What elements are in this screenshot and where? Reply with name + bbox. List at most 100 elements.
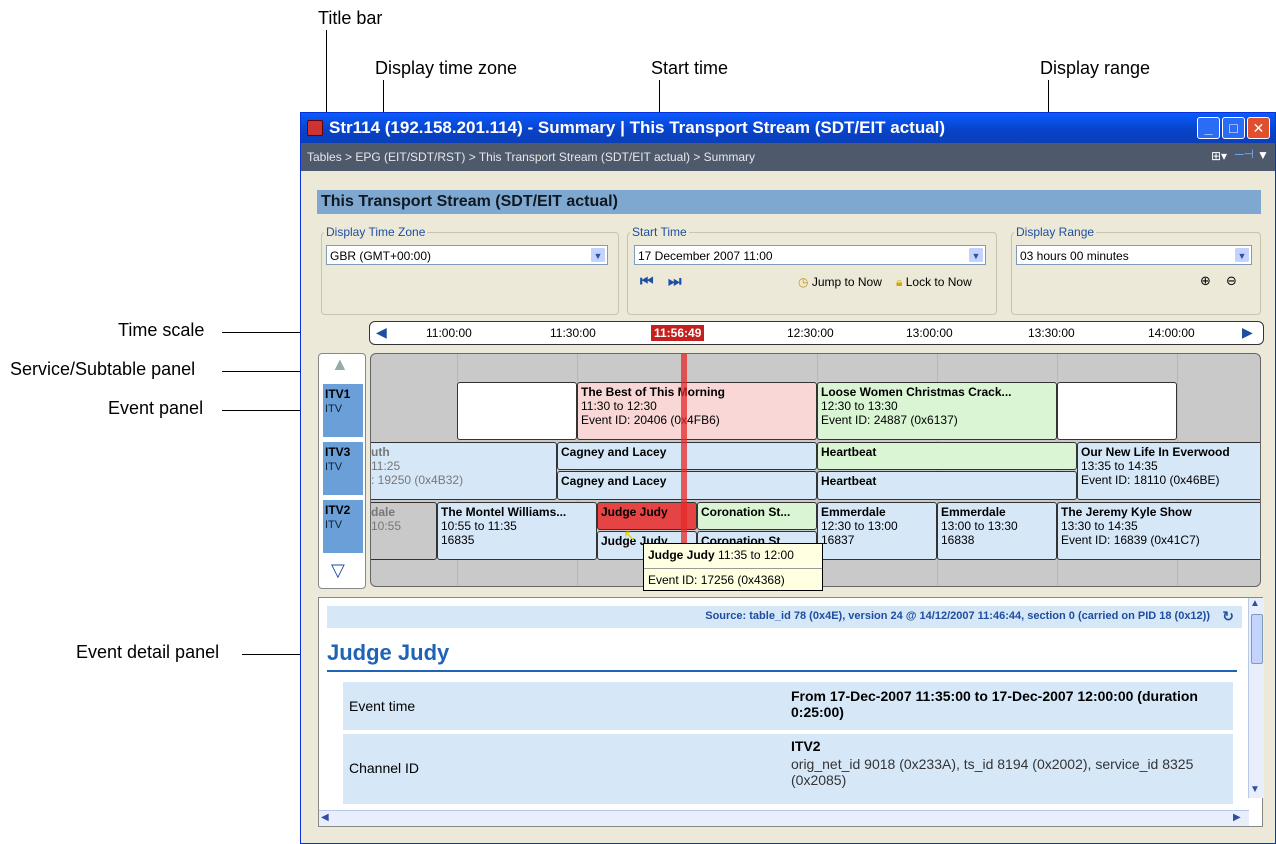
service-item[interactable]: ITV2 ITV xyxy=(323,500,363,553)
callout-line xyxy=(242,654,308,655)
scroll-down-icon[interactable]: ▼ xyxy=(1250,784,1260,795)
close-button[interactable]: ✕ xyxy=(1247,117,1270,139)
event-block[interactable]: dale 10:55 xyxy=(371,502,437,560)
scroll-right-icon[interactable]: ▶ xyxy=(1242,324,1253,341)
breadcrumb: Tables > EPG (EIT/SDT/RST) > This Transp… xyxy=(301,143,1275,171)
event-block[interactable]: Loose Women Christmas Crack... 12:30 to … xyxy=(817,382,1057,440)
event-time: 10:55 xyxy=(371,519,402,533)
event-time: 11:30 to 12:30 xyxy=(581,399,657,413)
chevron-down-icon[interactable]: ▼ xyxy=(968,247,984,263)
time-scale[interactable]: ◀ 11:00:00 11:30:00 11:56:49 12:30:00 13… xyxy=(369,321,1264,345)
service-id: ITV2 xyxy=(325,503,351,517)
grid-menu-icon[interactable]: ⊞▾ xyxy=(1211,149,1227,163)
scroll-thumb[interactable] xyxy=(1251,614,1263,664)
start-time-legend: Start Time xyxy=(632,225,687,239)
event-name: Heartbeat xyxy=(821,474,877,488)
event-block[interactable]: Cagney and Lacey xyxy=(557,442,817,470)
callout-start-time: Start time xyxy=(651,58,729,78)
display-range-legend: Display Range xyxy=(1016,225,1095,239)
event-name: uth xyxy=(371,445,390,459)
next-icon[interactable]: ⏭ xyxy=(668,273,682,290)
event-block[interactable]: Our New Life In Everwood 13:35 to 14:35 … xyxy=(1077,442,1260,500)
title-divider xyxy=(327,670,1237,672)
lock-to-now-button[interactable]: 🔒︎ Lock to Now xyxy=(896,275,972,290)
scroll-down-icon[interactable]: ▽ xyxy=(331,560,345,581)
lock-to-now-label: Lock to Now xyxy=(905,275,972,289)
event-block[interactable]: Coronation St... xyxy=(697,502,817,530)
event-block[interactable] xyxy=(457,382,577,440)
scroll-left-icon[interactable]: ◀ xyxy=(376,324,387,341)
window-title: Str114 (192.158.201.114) - Summary | Thi… xyxy=(329,118,946,137)
detail-row: Event time From 17-Dec-2007 11:35:00 to … xyxy=(343,682,1233,730)
display-time-zone-legend: Display Time Zone xyxy=(326,225,426,239)
event-time: 10:55 to 11:35 xyxy=(441,519,517,533)
detail-value: orig_net_id 9018 (0x233A), ts_id 8194 (0… xyxy=(791,756,1194,788)
display-range-select[interactable]: 03 hours 00 minutes ▼ xyxy=(1016,245,1252,265)
clock-icon: ◷ xyxy=(798,275,809,289)
event-block[interactable]: Emmerdale 12:30 to 13:00 16837 xyxy=(817,502,937,560)
lock-icon: 🔒︎ xyxy=(896,275,903,289)
chevron-down-icon[interactable]: ▼ xyxy=(590,247,606,263)
event-block[interactable]: The Best of This Morning 11:30 to 12:30 … xyxy=(577,382,817,440)
event-block[interactable] xyxy=(1057,382,1177,440)
chevron-down-icon[interactable]: ▼ xyxy=(1234,247,1250,263)
event-block[interactable]: The Montel Williams... 10:55 to 11:35 16… xyxy=(437,502,597,560)
detail-value: From 17-Dec-2007 11:35:00 to 17-Dec-2007… xyxy=(791,688,1198,720)
page-title-band: This Transport Stream (SDT/EIT actual) xyxy=(317,190,1261,214)
maximize-button[interactable]: □ xyxy=(1222,117,1245,139)
scroll-up-icon[interactable]: ▲ xyxy=(331,354,349,375)
display-range-value: 03 hours 00 minutes xyxy=(1020,249,1129,263)
event-name: Emmerdale xyxy=(821,505,886,519)
event-id: Event ID: 18110 (0x46BE) xyxy=(1081,473,1220,487)
zoom-out-icon[interactable]: ⊖ xyxy=(1226,273,1237,289)
jump-to-now-label: Jump to Now xyxy=(811,275,882,289)
event-name: Judge Judy xyxy=(601,505,668,519)
time-tick: 13:30:00 xyxy=(1028,326,1075,340)
service-item[interactable]: ITV1 ITV xyxy=(323,384,363,437)
event-tooltip: Judge Judy 11:35 to 12:00 Event ID: 1725… xyxy=(643,543,823,591)
pin-icon[interactable]: ─⊣ xyxy=(1235,147,1254,161)
source-text: Source: table_id 78 (0x4E), version 24 @… xyxy=(705,610,1210,622)
event-name: Cagney and Lacey xyxy=(561,474,667,488)
event-name: Coronation St... xyxy=(701,505,791,519)
time-tick: 11:00:00 xyxy=(426,326,472,340)
title-bar[interactable]: Str114 (192.158.201.114) - Summary | Thi… xyxy=(301,113,1275,143)
service-id: ITV1 xyxy=(325,387,351,401)
event-time: 13:30 to 14:35 xyxy=(1061,519,1138,533)
scroll-left-icon[interactable]: ◀ xyxy=(321,812,329,823)
scroll-up-icon[interactable]: ▲ xyxy=(1250,598,1260,609)
event-time: 12:30 to 13:00 xyxy=(821,519,898,533)
dropdown-icon[interactable]: ▼ xyxy=(1257,148,1269,162)
tooltip-time: 11:35 to 12:00 xyxy=(718,548,794,562)
app-icon xyxy=(307,120,323,136)
event-block[interactable]: Cagney and Lacey xyxy=(557,471,817,500)
event-block[interactable]: Heartbeat xyxy=(817,471,1077,500)
event-name: dale xyxy=(371,505,396,519)
start-time-value: 17 December 2007 11:00 xyxy=(638,249,773,263)
event-block[interactable]: uth 11:25 : 19250 (0x4B32) xyxy=(371,442,557,500)
event-name: The Best of This Morning xyxy=(581,385,725,399)
event-id: Event ID: 16839 (0x41C7) xyxy=(1061,533,1200,547)
event-id: 16835 xyxy=(441,533,475,547)
vertical-scrollbar[interactable]: ▲ ▼ xyxy=(1248,598,1264,798)
source-bar: Source: table_id 78 (0x4E), version 24 @… xyxy=(327,606,1242,628)
jump-to-now-button[interactable]: ◷ Jump to Now xyxy=(798,275,882,289)
service-subtable-panel: ▲ ITV1 ITV ITV3 ITV ITV2 ITV ▽ xyxy=(318,353,366,589)
refresh-icon[interactable]: ↻ xyxy=(1222,608,1234,625)
horizontal-scrollbar[interactable]: ◀ ▶ xyxy=(319,810,1249,826)
time-zone-value: GBR (GMT+00:00) xyxy=(330,249,432,263)
zoom-in-icon[interactable]: ⊕ xyxy=(1200,273,1211,289)
minimize-button[interactable]: _ xyxy=(1197,117,1220,139)
time-zone-select[interactable]: GBR (GMT+00:00) ▼ xyxy=(326,245,608,265)
event-name: The Jeremy Kyle Show xyxy=(1061,505,1192,519)
start-time-select[interactable]: 17 December 2007 11:00 ▼ xyxy=(634,245,986,265)
service-sub: ITV xyxy=(325,461,343,473)
event-block[interactable]: Emmerdale 13:00 to 13:30 16838 xyxy=(937,502,1057,560)
event-block[interactable]: Heartbeat xyxy=(817,442,1077,470)
tooltip-divider xyxy=(644,568,822,569)
previous-icon[interactable]: ⏮ xyxy=(640,273,654,290)
service-item[interactable]: ITV3 ITV xyxy=(323,442,363,495)
event-block[interactable]: The Jeremy Kyle Show 13:30 to 14:35 Even… xyxy=(1057,502,1260,560)
service-sub: ITV xyxy=(325,403,343,415)
scroll-right-icon[interactable]: ▶ xyxy=(1233,812,1241,823)
